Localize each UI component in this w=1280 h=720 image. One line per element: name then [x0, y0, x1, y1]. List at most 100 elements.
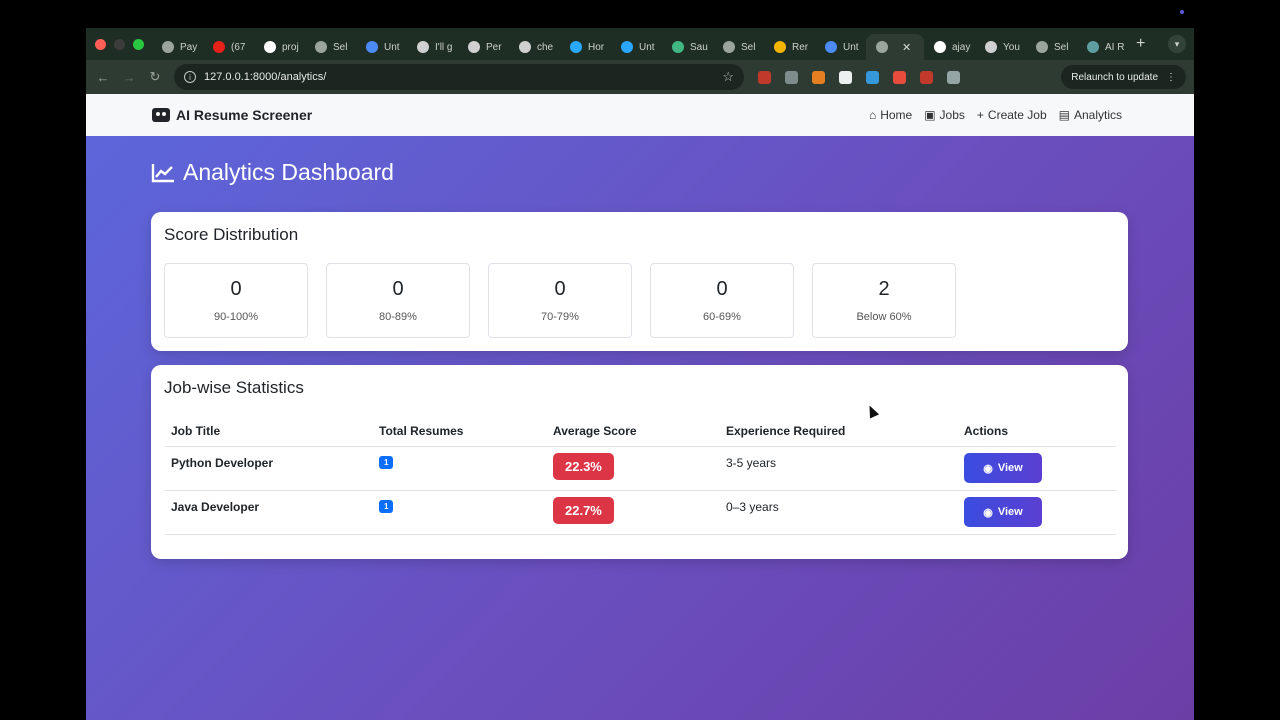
bucket-label: 70-79%: [541, 311, 579, 323]
tab-title: Sel: [333, 41, 348, 53]
extension-icon[interactable]: [785, 70, 798, 84]
browser-tab[interactable]: (67: [203, 34, 254, 60]
bucket-label: 90-100%: [213, 311, 259, 323]
robot-icon: [152, 108, 170, 122]
github-icon: [264, 41, 276, 53]
close-window-button[interactable]: [95, 38, 106, 50]
page-heading: Analytics Dashboard: [151, 159, 394, 186]
copilot-icon: [570, 41, 582, 53]
reload-button[interactable]: ↻: [142, 69, 168, 85]
bucket-count: 2: [878, 278, 890, 300]
view-job-button[interactable]: ◉ View: [964, 453, 1042, 483]
score-bucket: 0 60-69%: [650, 263, 794, 338]
site-info-icon[interactable]: i: [184, 71, 196, 83]
view-button-label: View: [997, 506, 1023, 518]
tab-title: Per: [486, 41, 502, 53]
tab-title: Rer: [792, 41, 809, 53]
forward-button[interactable]: →: [116, 70, 142, 85]
table-row: Java Developer 1 22.7% 0–3 years ◉ View: [165, 490, 1116, 535]
nav-link-label: Analytics: [1073, 108, 1122, 122]
tab-title: (67: [231, 41, 246, 53]
chart-line-icon: [151, 163, 174, 182]
tab-list: Pay (67 proj Sel Unt I'll g Per che Hor Unt Sau Sel…: [152, 28, 1128, 60]
screen-recording-dot: [1180, 10, 1184, 14]
browser-tab[interactable]: Sel: [1026, 34, 1077, 60]
browser-tab[interactable]: Per: [458, 34, 509, 60]
tab-search-button[interactable]: ▾: [1168, 35, 1186, 53]
column-header: Experience Required: [720, 420, 958, 447]
job-stats-title: Job-wise Statistics: [164, 378, 304, 397]
score-bucket: 2 Below 60%: [812, 263, 956, 338]
extension-icon[interactable]: [920, 70, 933, 84]
experience-cell: 0–3 years: [720, 490, 958, 535]
nav-link-create-job[interactable]: + Create Job: [977, 108, 1047, 122]
extension-icon[interactable]: [839, 70, 852, 84]
brand-link[interactable]: AI Resume Screener: [152, 107, 312, 123]
docs-icon: [825, 41, 837, 53]
browser-tab[interactable]: Sau: [662, 34, 713, 60]
resume-count-badge: 1: [379, 500, 394, 513]
column-header: Average Score: [547, 420, 720, 447]
view-job-button[interactable]: ◉ View: [964, 497, 1042, 527]
bucket-count: 0: [230, 278, 242, 300]
browser-tab[interactable]: Unt: [815, 34, 866, 60]
browser-tab[interactable]: Rer: [764, 34, 815, 60]
nav-link-jobs[interactable]: ▣ Jobs: [924, 108, 965, 122]
nav-link-analytics[interactable]: ▤ Analytics: [1059, 108, 1122, 122]
minimize-window-button[interactable]: [114, 38, 125, 50]
score-distribution-title: Score Distribution: [164, 225, 299, 244]
relaunch-button[interactable]: Relaunch to update ⋮: [1061, 65, 1186, 89]
score-bucket: 0 90-100%: [164, 263, 308, 338]
home-icon: ⌂: [868, 108, 877, 122]
tab-title: AI R: [1105, 41, 1125, 53]
extension-icon[interactable]: [893, 70, 906, 84]
column-header: Total Resumes: [373, 420, 547, 447]
openai-icon: [468, 41, 480, 53]
browser-tab[interactable]: Unt: [611, 34, 662, 60]
extension-icon[interactable]: [758, 70, 771, 84]
extension-icon[interactable]: [866, 70, 879, 84]
job-stats-card: Job-wise Statistics Job Title Total Resum…: [151, 365, 1128, 559]
table-header-row: Job Title Total Resumes Average Score Exper…: [165, 420, 1116, 447]
extension-icon[interactable]: [812, 70, 825, 84]
extension-icon[interactable]: [947, 70, 960, 84]
bucket-count: 0: [554, 278, 566, 300]
job-title-cell: Python Developer: [165, 446, 373, 491]
browser-tab[interactable]: ajay: [924, 34, 975, 60]
close-tab-icon[interactable]: ✕: [902, 41, 911, 54]
tab-title: I'll g: [435, 41, 453, 53]
nav-link-home[interactable]: ⌂ Home: [869, 108, 912, 122]
browser-tab[interactable]: Pay: [152, 34, 203, 60]
browser-tab[interactable]: Sel: [713, 34, 764, 60]
bookmark-star-icon[interactable]: ☆: [722, 69, 734, 85]
back-button[interactable]: ←: [90, 70, 116, 85]
new-tab-button[interactable]: +: [1136, 35, 1145, 53]
browser-tab[interactable]: I'll g: [407, 34, 458, 60]
browser-tab[interactable]: che: [509, 34, 560, 60]
browser-tab[interactable]: ✕: [866, 34, 924, 60]
resume-count-badge: 1: [379, 456, 394, 469]
browser-tab[interactable]: You: [975, 34, 1026, 60]
browser-tab[interactable]: Sel: [305, 34, 356, 60]
column-header: Actions: [958, 420, 1116, 447]
browser-tab[interactable]: Unt: [356, 34, 407, 60]
job-stats-table: Job Title Total Resumes Average Score Exper…: [165, 420, 1116, 535]
job-title-cell: Java Developer: [165, 490, 373, 535]
browser-tab[interactable]: AI R: [1077, 34, 1128, 60]
browser-tab[interactable]: proj: [254, 34, 305, 60]
tab-title: che: [537, 41, 554, 53]
zoom-window-button[interactable]: [133, 38, 144, 50]
browser-tab[interactable]: Hor: [560, 34, 611, 60]
slides-icon: [774, 41, 786, 53]
average-score-badge: 22.3%: [553, 453, 614, 480]
more-menu-icon: ⋮: [1166, 71, 1176, 83]
tab-title: Pay: [180, 41, 198, 53]
github-icon: [934, 41, 946, 53]
app-navbar: AI Resume Screener ⌂ Home ▣ Jobs + Create Job…: [86, 94, 1194, 136]
score-distribution-card: Score Distribution 0 90-100% 0 80-89% 0 70-79…: [151, 212, 1128, 351]
globe-icon: [723, 41, 735, 53]
tab-title: Hor: [588, 41, 605, 53]
address-bar[interactable]: i 127.0.0.1:8000/analytics/ ☆: [174, 64, 744, 90]
tab-title: Sel: [1054, 41, 1069, 53]
nav-link-label: Create Job: [987, 108, 1047, 122]
